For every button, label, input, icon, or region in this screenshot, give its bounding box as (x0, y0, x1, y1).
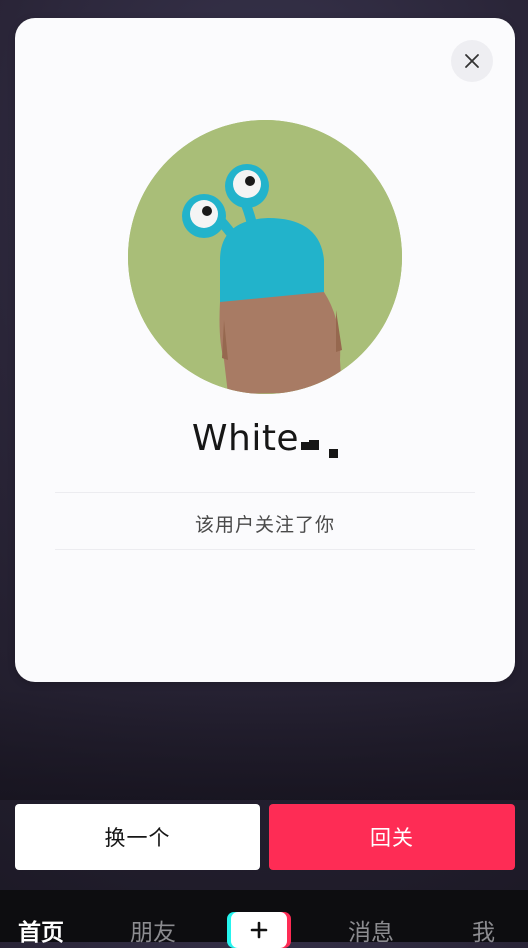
follow-dialog-card: White 该用户关注了你 (15, 18, 515, 682)
divider-bottom (55, 549, 475, 550)
username: White (15, 418, 515, 459)
follow-note: 该用户关注了你 (194, 514, 335, 536)
avatar[interactable] (128, 120, 402, 394)
censor-pixel (329, 449, 339, 458)
username-text: White (191, 418, 300, 459)
close-icon (465, 54, 479, 68)
bottom-nav: 首页 朋友 消息 我 (0, 890, 528, 948)
censor-pixel (309, 440, 320, 450)
nav-item-me[interactable]: 我 (472, 918, 495, 948)
close-button[interactable] (451, 40, 493, 82)
avatar-character-illustration (128, 120, 402, 394)
create-button[interactable] (231, 912, 287, 948)
switch-button[interactable]: 换一个 (15, 804, 260, 870)
divider-top (55, 492, 475, 493)
background-dim (0, 690, 528, 800)
nav-item-home[interactable]: 首页 (18, 918, 64, 948)
nav-item-friends[interactable]: 朋友 (130, 918, 176, 948)
nav-item-messages[interactable]: 消息 (348, 918, 394, 948)
follow-back-button[interactable]: 回关 (269, 804, 515, 870)
plus-icon (250, 921, 268, 939)
censor-pixel (301, 442, 310, 450)
